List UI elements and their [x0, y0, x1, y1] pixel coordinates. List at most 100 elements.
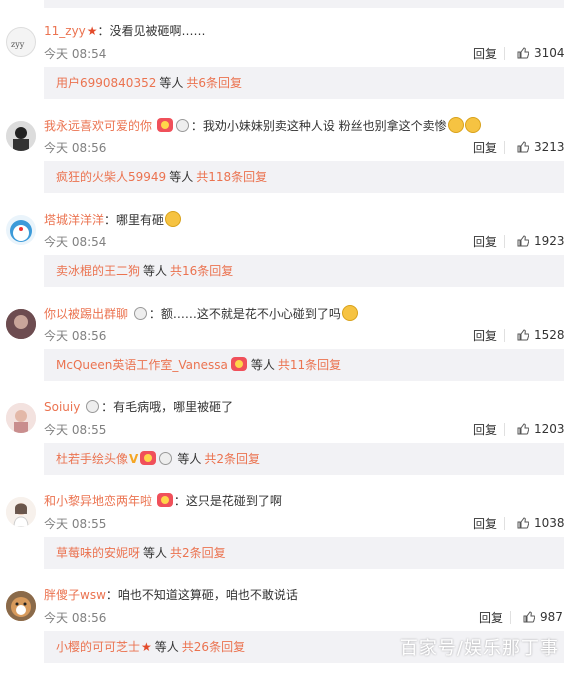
comment-text: ：有毛病哦，哪里被砸了 — [101, 400, 234, 414]
like-count: 3213 — [534, 140, 565, 154]
comment-text: ：这只是花碰到了啊 — [173, 494, 282, 508]
timestamp: 今天 08:55 — [44, 517, 107, 531]
etc-label: 等人 — [250, 358, 275, 372]
sub-replies: 卖冰棍的王二狗 等人 共16条回复 — [44, 255, 564, 287]
timestamp: 今天 08:54 — [44, 47, 107, 61]
verified-v-icon: V — [129, 452, 139, 466]
like-button[interactable]: 987 — [523, 609, 563, 625]
thumbs-up-icon — [517, 235, 529, 247]
member-badge-icon — [159, 452, 173, 465]
thumbs-up-icon — [517, 141, 529, 153]
reply-button[interactable]: 回复 — [473, 141, 497, 155]
reply-count-link[interactable]: 共118条回复 — [196, 170, 267, 184]
comment-text: ：没看见被砸啊…… — [97, 24, 206, 38]
thumbs-up-icon — [517, 329, 529, 341]
emoji-icon — [447, 117, 464, 133]
thinking-emoji-icon — [341, 305, 358, 321]
reply-count-link[interactable]: 共2条回复 — [170, 546, 226, 560]
laughing-emoji-icon — [165, 211, 182, 227]
emoji-icon — [464, 117, 481, 133]
timestamp: 今天 08:56 — [44, 611, 107, 625]
thumbs-up-icon — [517, 423, 529, 435]
like-button[interactable]: 1203 — [517, 421, 565, 437]
thumbs-up-icon — [517, 517, 529, 529]
etc-label: 等人 — [143, 264, 168, 278]
username[interactable]: 我永远喜欢可爱的你 — [44, 119, 152, 133]
divider — [504, 517, 505, 530]
reply-count-link[interactable]: 共6条回复 — [186, 76, 242, 90]
comment-text: ：哪里有砸 — [104, 213, 165, 227]
like-button[interactable]: 1923 — [517, 233, 565, 249]
sub-reply-user[interactable]: 杜若手绘头像 — [56, 452, 128, 466]
etc-label: 等人 — [159, 76, 184, 90]
avatar[interactable] — [6, 497, 36, 527]
sub-replies: 杜若手绘头像V 等人 共2条回复 — [44, 443, 564, 475]
avatar[interactable] — [6, 403, 36, 433]
previous-reply-box — [44, 0, 564, 8]
divider — [504, 423, 505, 436]
reply-button[interactable]: 回复 — [473, 329, 497, 343]
avatar[interactable] — [6, 215, 36, 245]
timestamp: 今天 08:54 — [44, 235, 107, 249]
like-count: 3104 — [534, 46, 565, 60]
username[interactable]: 和小黎异地恋两年啦 — [44, 494, 152, 508]
like-button[interactable]: 1528 — [517, 327, 565, 343]
fan-badge-icon — [156, 493, 173, 507]
sub-reply-user[interactable]: 卖冰棍的王二狗 — [56, 264, 140, 278]
etc-label: 等人 — [177, 452, 202, 466]
like-count: 1528 — [534, 328, 565, 342]
reply-count-link[interactable]: 共2条回复 — [204, 452, 260, 466]
etc-label: 等人 — [143, 546, 168, 560]
like-button[interactable]: 3213 — [517, 139, 565, 155]
sub-reply-user[interactable]: 草莓味的安妮呀 — [56, 546, 140, 560]
comment-text: ：咱也不知道这算砸，咱也不敢说话 — [105, 588, 298, 602]
red-star-icon: ★ — [141, 640, 152, 654]
username[interactable]: 塔城洋洋洋 — [44, 213, 104, 227]
member-badge-icon — [133, 307, 147, 320]
reply-button[interactable]: 回复 — [473, 423, 497, 437]
timestamp: 今天 08:56 — [44, 141, 107, 155]
reply-count-link[interactable]: 共16条回复 — [170, 264, 233, 278]
fan-badge-icon — [230, 357, 247, 371]
divider — [510, 611, 511, 624]
avatar[interactable] — [6, 591, 36, 621]
etc-label: 等人 — [169, 170, 194, 184]
comment-text: ：额……这不就是花不小心碰到了吗 — [148, 307, 341, 321]
divider — [504, 329, 505, 342]
fan-badge-icon — [140, 451, 157, 465]
username[interactable]: 胖傻子wsw — [44, 588, 106, 602]
watermark: 百家号/娱乐那丁事 — [399, 638, 559, 659]
sub-replies: 草莓味的安妮呀 等人 共2条回复 — [44, 537, 564, 569]
username[interactable]: 你以被踢出群聊 — [44, 307, 128, 321]
comment-text: ：我劝小妹妹别卖这种人设 粉丝也别拿这个卖惨 — [190, 119, 447, 133]
timestamp: 今天 08:55 — [44, 423, 107, 437]
sub-reply-user[interactable]: 疯狂的火柴人59949 — [56, 170, 166, 184]
like-count: 1038 — [534, 516, 565, 530]
like-button[interactable]: 3104 — [517, 45, 565, 61]
sub-reply-user[interactable]: McQueen英语工作室_Vanessa — [56, 358, 228, 372]
etc-label: 等人 — [154, 640, 179, 654]
reply-button[interactable]: 回复 — [473, 47, 497, 61]
divider — [504, 141, 505, 154]
reply-button[interactable]: 回复 — [473, 517, 497, 531]
sub-reply-user[interactable]: 小樱的可可芝士 — [56, 640, 140, 654]
divider — [504, 235, 505, 248]
reply-count-link[interactable]: 共11条回复 — [278, 358, 341, 372]
username[interactable]: 11_zyy — [44, 24, 86, 38]
avatar[interactable] — [6, 121, 36, 151]
thumbs-up-icon — [517, 47, 529, 59]
fan-badge-icon — [156, 118, 173, 132]
avatar[interactable]: zyy — [6, 27, 36, 57]
member-badge-icon — [86, 400, 100, 413]
reply-count-link[interactable]: 共26条回复 — [182, 640, 245, 654]
reply-button[interactable]: 回复 — [479, 611, 503, 625]
svg-text:zyy: zyy — [11, 40, 25, 49]
thumbs-up-icon — [523, 611, 535, 623]
avatar[interactable] — [6, 309, 36, 339]
reply-button[interactable]: 回复 — [473, 235, 497, 249]
sub-reply-user[interactable]: 用户6990840352 — [56, 76, 156, 90]
like-button[interactable]: 1038 — [517, 515, 565, 531]
username[interactable]: Soiuiy — [44, 400, 80, 414]
like-count: 1923 — [534, 234, 565, 248]
member-badge-icon — [175, 119, 189, 132]
